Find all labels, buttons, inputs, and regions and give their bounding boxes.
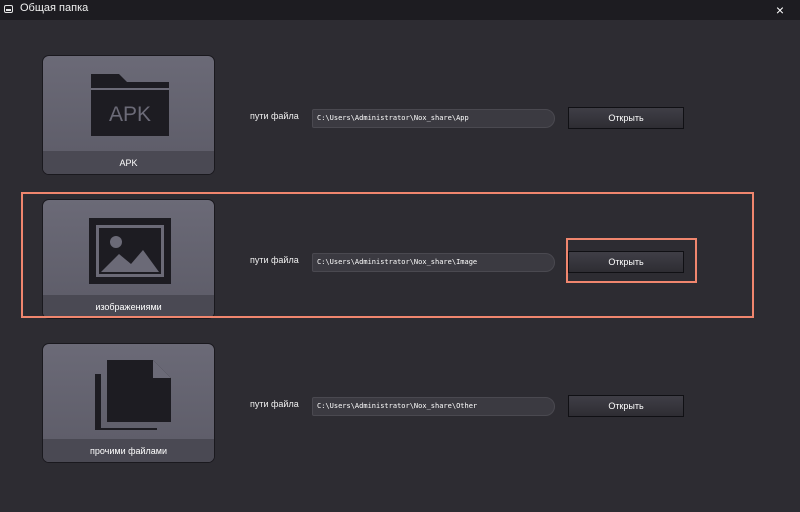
path-input-apk[interactable]: C:\Users\Administrator\Nox_share\App xyxy=(312,109,555,128)
window-icon xyxy=(4,5,13,13)
highlight-open-button xyxy=(566,238,697,283)
open-button-apk[interactable]: Открыть xyxy=(568,107,684,129)
close-button[interactable]: × xyxy=(772,1,788,19)
path-label-other: пути файла xyxy=(250,399,299,409)
window-title: Общая папка xyxy=(20,2,89,14)
path-label-apk: пути файла xyxy=(250,111,299,121)
tile-label-other: прочими файлами xyxy=(43,439,214,462)
title-bar: Общая папка × xyxy=(0,0,800,20)
open-button-other[interactable]: Открыть xyxy=(568,395,684,417)
row-other: прочими файлами пути файла C:\Users\Admi… xyxy=(0,343,800,465)
tile-label-apk: APK xyxy=(43,151,214,174)
path-input-other[interactable]: C:\Users\Administrator\Nox_share\Other xyxy=(312,397,555,416)
other-files-tile[interactable]: прочими файлами xyxy=(42,343,215,463)
apk-folder-icon: APK xyxy=(91,74,169,136)
documents-icon xyxy=(95,360,171,430)
apk-icon-text: APK xyxy=(109,103,151,126)
apk-tile[interactable]: APK APK xyxy=(42,55,215,175)
row-apk: APK APK пути файла C:\Users\Administrato… xyxy=(0,55,800,177)
